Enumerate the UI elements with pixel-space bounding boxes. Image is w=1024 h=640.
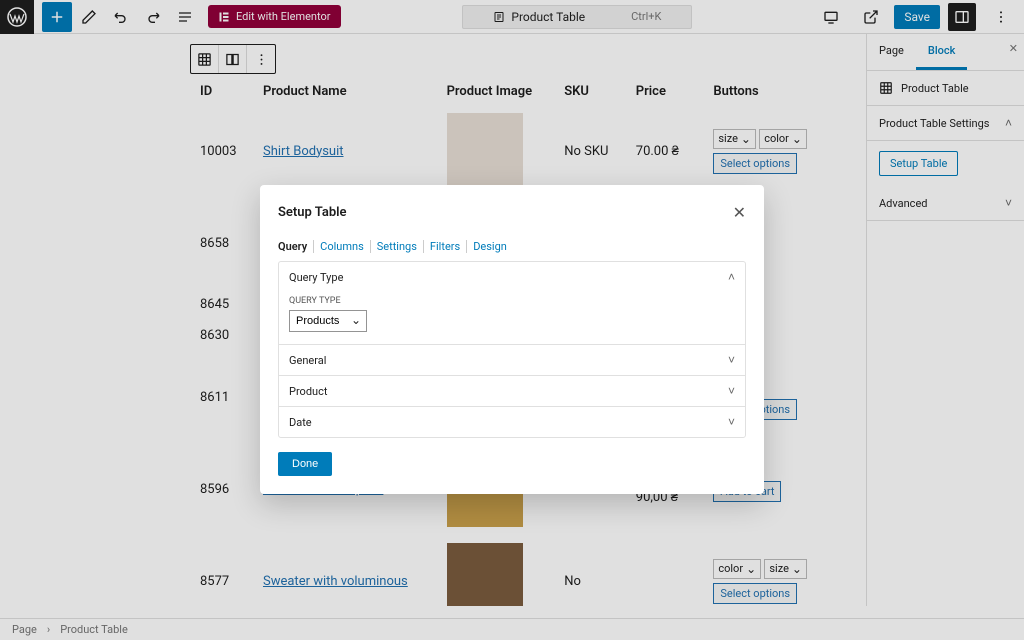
acc-date[interactable]: Date ˅ [279, 407, 745, 437]
modal-close-button[interactable]: ✕ [733, 203, 746, 222]
acc-query-type[interactable]: Query Type ˄ [279, 262, 745, 292]
modal-tab-columns[interactable]: Columns [314, 240, 371, 253]
modal-tab-filters[interactable]: Filters [424, 240, 467, 253]
modal-title: Setup Table [278, 205, 347, 220]
done-button[interactable]: Done [278, 452, 332, 476]
modal-tab-query[interactable]: Query [278, 240, 314, 253]
query-type-select[interactable]: Products [289, 310, 367, 332]
chevron-down-icon: ˅ [728, 384, 735, 398]
chevron-down-icon: ˅ [728, 415, 735, 429]
modal-tab-design[interactable]: Design [467, 240, 513, 253]
acc-general[interactable]: General ˅ [279, 345, 745, 375]
modal-tab-settings[interactable]: Settings [371, 240, 424, 253]
chevron-down-icon: ˅ [728, 353, 735, 367]
query-type-label: QUERY TYPE [289, 296, 735, 306]
setup-table-modal: Setup Table ✕ QueryColumnsSettingsFilter… [260, 185, 764, 494]
modal-tabs: QueryColumnsSettingsFiltersDesign [278, 240, 746, 253]
acc-product[interactable]: Product ˅ [279, 376, 745, 406]
chevron-up-icon: ˄ [728, 270, 735, 284]
